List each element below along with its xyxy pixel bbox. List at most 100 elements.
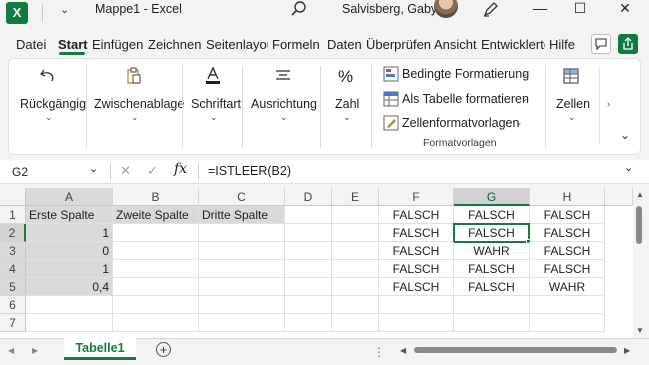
scroll-left-icon[interactable]: ◀ bbox=[400, 346, 406, 355]
cell-f4[interactable]: FALSCH bbox=[379, 260, 454, 278]
sheet-next-icon[interactable]: ▶ bbox=[32, 346, 38, 355]
sheet-tab-tabelle1[interactable]: Tabelle1 bbox=[64, 338, 136, 360]
cell-c2[interactable] bbox=[199, 224, 285, 242]
cell-f7[interactable] bbox=[379, 314, 454, 332]
clipboard-chevron-icon[interactable]: ⌄ bbox=[131, 112, 139, 123]
minimize-button[interactable]: — bbox=[520, 0, 560, 20]
row-header-3[interactable]: 3 bbox=[0, 242, 26, 260]
ribbon-collapse-chevron-icon[interactable]: ⌄ bbox=[620, 128, 630, 142]
cell-a5[interactable]: 0,4 bbox=[26, 278, 113, 296]
scroll-right-icon[interactable]: ▶ bbox=[624, 346, 630, 355]
cell-e2[interactable] bbox=[332, 224, 379, 242]
cell-b4[interactable] bbox=[113, 260, 199, 278]
cell-c4[interactable] bbox=[199, 260, 285, 278]
undo-button[interactable]: Rückgängig bbox=[20, 97, 86, 111]
number-button[interactable]: Zahl bbox=[335, 97, 359, 111]
number-chevron-icon[interactable]: ⌄ bbox=[343, 112, 351, 123]
cell-styles-chevron-icon[interactable]: ⌄ bbox=[515, 117, 523, 128]
cell-b3[interactable] bbox=[113, 242, 199, 260]
undo-chevron-icon[interactable]: ⌄ bbox=[45, 112, 53, 123]
sheet-prev-icon[interactable]: ◀ bbox=[8, 346, 14, 355]
column-header-e[interactable]: E bbox=[332, 188, 379, 206]
cell-b6[interactable] bbox=[113, 296, 199, 314]
percent-icon[interactable]: % bbox=[338, 67, 353, 87]
sheet-bar-more-icon[interactable]: ⋮ bbox=[373, 345, 385, 359]
cell-h1[interactable]: FALSCH bbox=[530, 206, 605, 224]
pen-icon[interactable] bbox=[481, 0, 501, 19]
cell-h6[interactable] bbox=[530, 296, 605, 314]
cell-g3[interactable]: WAHR bbox=[454, 242, 530, 260]
row-header-7[interactable]: 7 bbox=[0, 314, 26, 332]
cell-c1[interactable]: Dritte Spalte bbox=[199, 206, 285, 224]
cell-b5[interactable] bbox=[113, 278, 199, 296]
cell-e4[interactable] bbox=[332, 260, 379, 278]
cell-g7[interactable] bbox=[454, 314, 530, 332]
cell-c6[interactable] bbox=[199, 296, 285, 314]
cells-chevron-icon[interactable]: ⌄ bbox=[568, 112, 576, 123]
tab-zeichnen[interactable]: Zeichnen bbox=[148, 37, 201, 52]
column-header-h[interactable]: H bbox=[530, 188, 605, 206]
row-header-1[interactable]: 1 bbox=[0, 206, 26, 224]
cell-e3[interactable] bbox=[332, 242, 379, 260]
cell-c7[interactable] bbox=[199, 314, 285, 332]
column-header-c[interactable]: C bbox=[199, 188, 285, 206]
formula-input[interactable]: =ISTLEER(B2) bbox=[208, 164, 291, 178]
font-color-icon[interactable] bbox=[203, 66, 223, 89]
cell-f3[interactable]: FALSCH bbox=[379, 242, 454, 260]
horizontal-scroll-thumb[interactable] bbox=[414, 347, 617, 353]
cell-h5[interactable]: WAHR bbox=[530, 278, 605, 296]
tab-hilfe[interactable]: Hilfe bbox=[549, 37, 575, 52]
conditional-format-button[interactable]: Bedingte Formatierung bbox=[402, 67, 529, 81]
cell-f2[interactable]: FALSCH bbox=[379, 224, 454, 242]
cell-a7[interactable] bbox=[26, 314, 113, 332]
user-name[interactable]: Salvisberg, Gaby bbox=[342, 2, 437, 16]
column-header-a[interactable]: A bbox=[26, 188, 113, 206]
cell-a4[interactable]: 1 bbox=[26, 260, 113, 278]
enter-icon[interactable]: ✓ bbox=[147, 163, 158, 179]
cells-button[interactable]: Zellen bbox=[556, 97, 590, 111]
row-header-6[interactable]: 6 bbox=[0, 296, 26, 314]
expand-formula-chevron-icon[interactable]: ⌄ bbox=[624, 161, 633, 174]
cell-d6[interactable] bbox=[285, 296, 332, 314]
scroll-down-icon[interactable]: ▼ bbox=[636, 326, 644, 335]
alignment-button[interactable]: Ausrichtung bbox=[251, 97, 317, 111]
cell-b7[interactable] bbox=[113, 314, 199, 332]
search-icon[interactable] bbox=[289, 0, 309, 19]
select-all-corner[interactable] bbox=[0, 188, 26, 206]
column-header-f[interactable]: F bbox=[379, 188, 454, 206]
cell-e5[interactable] bbox=[332, 278, 379, 296]
tab-ansicht[interactable]: Ansicht bbox=[434, 37, 477, 52]
row-header-5[interactable]: 5 bbox=[0, 278, 26, 296]
font-button[interactable]: Schriftart bbox=[191, 97, 241, 111]
tab-start[interactable]: Start bbox=[58, 37, 88, 52]
qat-chevron-icon[interactable]: ⌄ bbox=[60, 3, 69, 16]
cell-g4[interactable]: FALSCH bbox=[454, 260, 530, 278]
add-sheet-button[interactable]: + bbox=[156, 342, 171, 357]
ribbon-scroll-right-icon[interactable]: › bbox=[599, 66, 617, 144]
tab-formeln[interactable]: Formeln bbox=[272, 37, 320, 52]
cell-d4[interactable] bbox=[285, 260, 332, 278]
row-header-2[interactable]: 2 bbox=[0, 224, 26, 242]
font-chevron-icon[interactable]: ⌄ bbox=[210, 112, 218, 123]
cell-a6[interactable] bbox=[26, 296, 113, 314]
clipboard-button[interactable]: Zwischenablage bbox=[94, 97, 184, 111]
clipboard-icon[interactable] bbox=[124, 66, 144, 89]
alignment-chevron-icon[interactable]: ⌄ bbox=[280, 112, 288, 123]
tab-daten[interactable]: Daten bbox=[327, 37, 362, 52]
cell-e7[interactable] bbox=[332, 314, 379, 332]
close-button[interactable]: ✕ bbox=[605, 0, 645, 20]
cell-b2[interactable] bbox=[113, 224, 199, 242]
avatar[interactable] bbox=[434, 0, 458, 18]
cell-e6[interactable] bbox=[332, 296, 379, 314]
cells-icon[interactable] bbox=[561, 66, 581, 89]
conditional-format-chevron-icon[interactable]: ⌄ bbox=[521, 68, 529, 79]
insert-function-icon[interactable]: fx bbox=[174, 161, 187, 177]
name-box[interactable]: G2 ⌄ bbox=[8, 162, 104, 182]
row-header-4[interactable]: 4 bbox=[0, 260, 26, 278]
column-header-g[interactable]: G bbox=[454, 188, 530, 206]
cell-d7[interactable] bbox=[285, 314, 332, 332]
cell-g6[interactable] bbox=[454, 296, 530, 314]
name-box-chevron-icon[interactable]: ⌄ bbox=[89, 162, 98, 175]
align-icon[interactable] bbox=[273, 66, 293, 89]
cell-f1[interactable]: FALSCH bbox=[379, 206, 454, 224]
